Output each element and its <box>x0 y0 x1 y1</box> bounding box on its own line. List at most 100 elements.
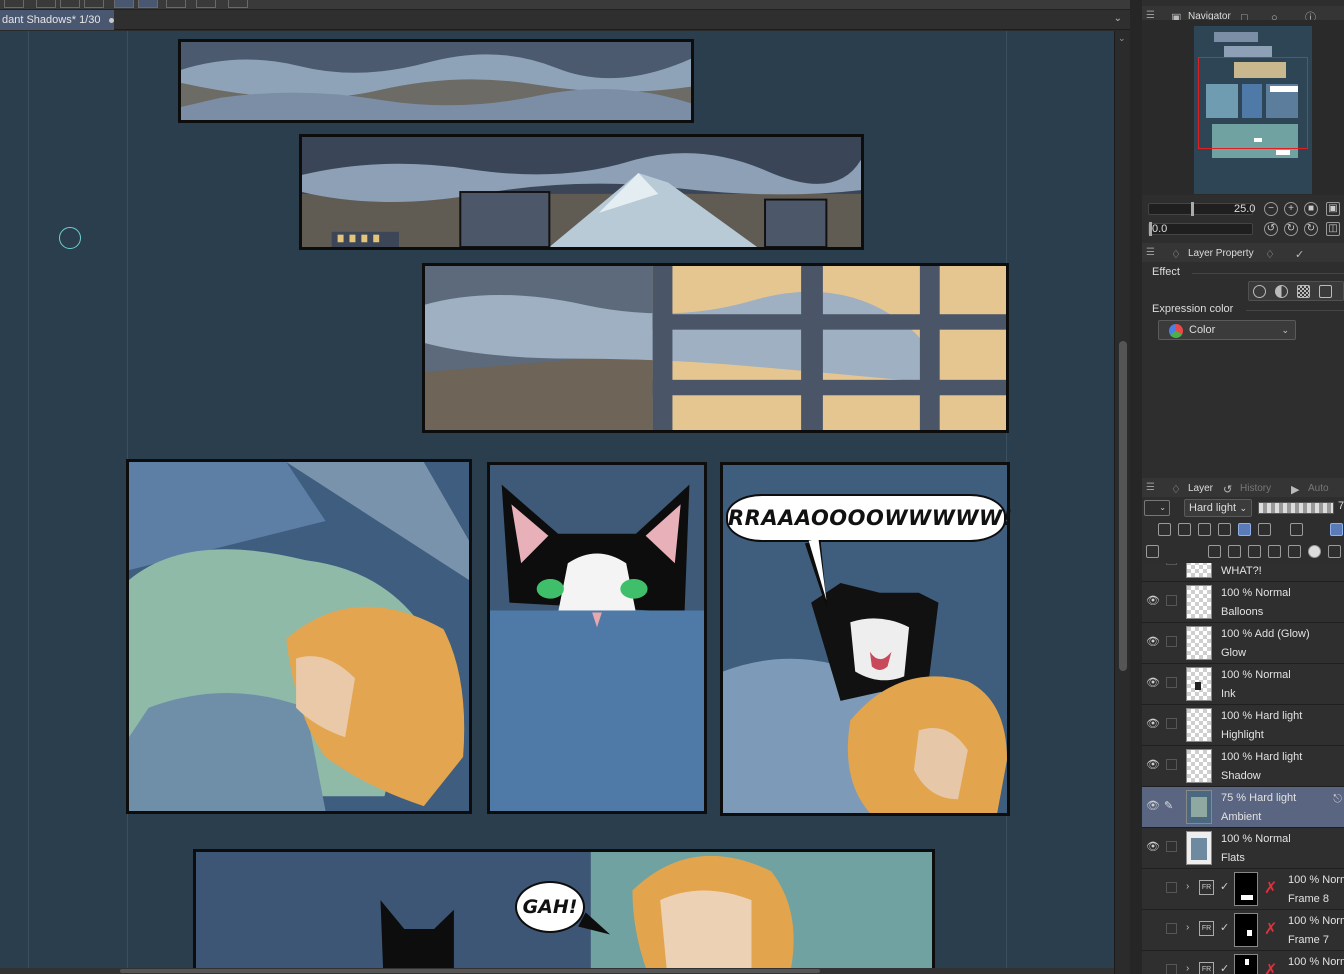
layer-row[interactable]: WHAT?! <box>1142 563 1344 582</box>
vertical-scrollbar[interactable]: ⌄ <box>1114 31 1130 974</box>
tool-button[interactable] <box>196 0 216 8</box>
navigator-preview[interactable] <box>1142 20 1344 195</box>
zoom-out-icon[interactable]: − <box>1264 202 1278 216</box>
tab-layer[interactable]: ♢ Layer <box>1168 480 1213 498</box>
layer-color-icon[interactable] <box>1319 285 1332 298</box>
new-folder-icon[interactable] <box>1248 545 1261 558</box>
layer-panel-menu-icon[interactable] <box>1146 545 1159 558</box>
chevron-right-icon[interactable]: › <box>1186 963 1189 974</box>
menu-icon[interactable]: ☰ <box>1146 482 1155 493</box>
rotate-left-icon[interactable]: ↺ <box>1264 222 1278 236</box>
palette-color-icon[interactable] <box>1330 523 1343 536</box>
lock-icon[interactable] <box>1166 636 1177 647</box>
mask-icon[interactable] <box>1258 523 1271 536</box>
lock-icon[interactable] <box>1166 563 1177 565</box>
layer-row-frame[interactable]: › FR ✓ ✗ 100 % Norma Frame 8 <box>1142 869 1344 910</box>
horizontal-scrollbar[interactable] <box>0 968 1114 974</box>
tab-layer-property[interactable]: ♢ Layer Property <box>1168 245 1254 263</box>
chevron-down-icon[interactable]: ⌄ <box>1118 33 1126 44</box>
combine-down-icon[interactable] <box>1288 545 1301 558</box>
tool-button[interactable] <box>138 0 158 8</box>
eye-icon[interactable]: 👁 <box>1146 676 1160 690</box>
lock-icon[interactable] <box>1166 923 1177 934</box>
tab-history[interactable]: ↺ History <box>1220 480 1271 498</box>
layer-row[interactable]: 👁 100 % Normal Flats <box>1142 828 1344 869</box>
clip-icon[interactable] <box>1158 523 1171 536</box>
reset-rotation-icon[interactable]: ↻ <box>1304 222 1318 236</box>
eye-icon[interactable]: 👁 <box>1146 799 1160 813</box>
lock-icon[interactable] <box>1166 882 1177 893</box>
eye-icon[interactable]: 👁 <box>1146 594 1160 608</box>
expression-color-dropdown[interactable]: Color ⌄ <box>1158 320 1296 340</box>
layer-row[interactable]: 👁 100 % Hard light Shadow <box>1142 746 1344 787</box>
layer-row[interactable]: 👁 100 % Normal Ink <box>1142 664 1344 705</box>
tool-button[interactable] <box>228 0 248 8</box>
lock-icon[interactable] <box>1166 718 1177 729</box>
pattern-effect-icon[interactable] <box>1297 285 1310 298</box>
check-icon[interactable]: ✓ <box>1220 962 1229 974</box>
layer-row-frame[interactable]: › FR ✓ ✗ 100 % Norma Frame 7 <box>1142 910 1344 951</box>
lock-icon[interactable] <box>1166 964 1177 974</box>
navigator-view-frame[interactable] <box>1198 57 1308 149</box>
reference-layer-icon[interactable] <box>1178 523 1191 536</box>
check-icon[interactable]: ✓ <box>1220 880 1229 893</box>
tool-button[interactable] <box>114 0 134 8</box>
tool-button[interactable] <box>60 0 80 8</box>
tab-search-layer[interactable]: ♢ <box>1262 245 1282 263</box>
opacity-value: 7 <box>1338 500 1344 512</box>
layer-row[interactable]: 👁 100 % Normal Balloons <box>1142 582 1344 623</box>
eye-icon[interactable]: 👁 <box>1146 758 1160 772</box>
opacity-slider[interactable] <box>1258 502 1334 514</box>
lock-icon[interactable] <box>1166 595 1177 606</box>
layer-name: Frame 7 <box>1288 934 1329 946</box>
fit-view-icon[interactable]: ■ <box>1304 202 1318 216</box>
draft-layer-icon[interactable] <box>1198 523 1211 536</box>
layer-row-frame[interactable]: › FR ✓ ✗ 100 % Norma <box>1142 951 1344 974</box>
lock-icon[interactable] <box>1218 523 1231 536</box>
actual-size-icon[interactable]: ▣ <box>1326 202 1340 216</box>
layer-link-icon[interactable]: ⎋ <box>1333 793 1342 806</box>
apply-mask-icon[interactable] <box>1328 545 1341 558</box>
chevron-right-icon[interactable]: › <box>1186 922 1189 933</box>
new-raster-layer-icon[interactable] <box>1208 545 1221 558</box>
lock-transparent-icon[interactable] <box>1238 523 1251 536</box>
chevron-down-icon[interactable]: ⌄ <box>1114 13 1122 24</box>
layer-list[interactable]: WHAT?! 👁 100 % Normal Balloons 👁 100 % A… <box>1142 563 1344 974</box>
tone-effect-icon[interactable] <box>1275 285 1288 298</box>
tab-sub-tool[interactable]: ✓ <box>1292 245 1312 263</box>
pen-icon[interactable]: ✎ <box>1164 799 1178 813</box>
tool-button[interactable] <box>166 0 186 8</box>
panel-splitter[interactable] <box>1130 0 1142 974</box>
lock-icon[interactable] <box>1166 841 1177 852</box>
tool-button[interactable] <box>84 0 104 8</box>
tool-button[interactable] <box>4 0 24 8</box>
rotate-right-icon[interactable]: ↻ <box>1284 222 1298 236</box>
canvas[interactable]: RRAAAOOOOWWWWW! GAH! <box>0 31 1114 974</box>
layer-row[interactable]: 👁 100 % Add (Glow) Glow <box>1142 623 1344 664</box>
lock-icon[interactable] <box>1166 677 1177 688</box>
ruler-icon[interactable] <box>1290 523 1303 536</box>
create-mask-icon[interactable] <box>1308 545 1321 558</box>
layer-row[interactable]: 👁 100 % Hard light Highlight <box>1142 705 1344 746</box>
tab-auto-action[interactable]: ▶ Auto Act <box>1288 480 1344 512</box>
eye-icon[interactable]: 👁 <box>1146 840 1160 854</box>
transfer-down-icon[interactable] <box>1268 545 1281 558</box>
tool-button[interactable] <box>36 0 56 8</box>
chevron-right-icon[interactable]: › <box>1186 881 1189 892</box>
layer-type-icon[interactable]: ⌄ <box>1144 500 1170 516</box>
border-effect-icon[interactable] <box>1253 285 1266 298</box>
blend-mode-dropdown[interactable]: Hard light ⌄ <box>1184 499 1252 517</box>
flip-horizontal-icon[interactable]: ◫ <box>1326 222 1340 236</box>
scrollbar-thumb[interactable] <box>120 969 820 973</box>
eye-icon[interactable]: 👁 <box>1146 635 1160 649</box>
document-tab[interactable]: dant Shadows* 1/30 <box>0 10 114 30</box>
zoom-slider-knob[interactable] <box>1191 202 1194 216</box>
check-icon[interactable]: ✓ <box>1220 921 1229 934</box>
new-vector-layer-icon[interactable] <box>1228 545 1241 558</box>
menu-icon[interactable]: ☰ <box>1146 247 1155 258</box>
eye-icon[interactable]: 👁 <box>1146 717 1160 731</box>
layer-row-selected[interactable]: 👁 ✎ 75 % Hard light Ambient ⎋ <box>1142 787 1344 828</box>
scrollbar-thumb[interactable] <box>1119 341 1127 671</box>
zoom-in-icon[interactable]: + <box>1284 202 1298 216</box>
lock-icon[interactable] <box>1166 759 1177 770</box>
